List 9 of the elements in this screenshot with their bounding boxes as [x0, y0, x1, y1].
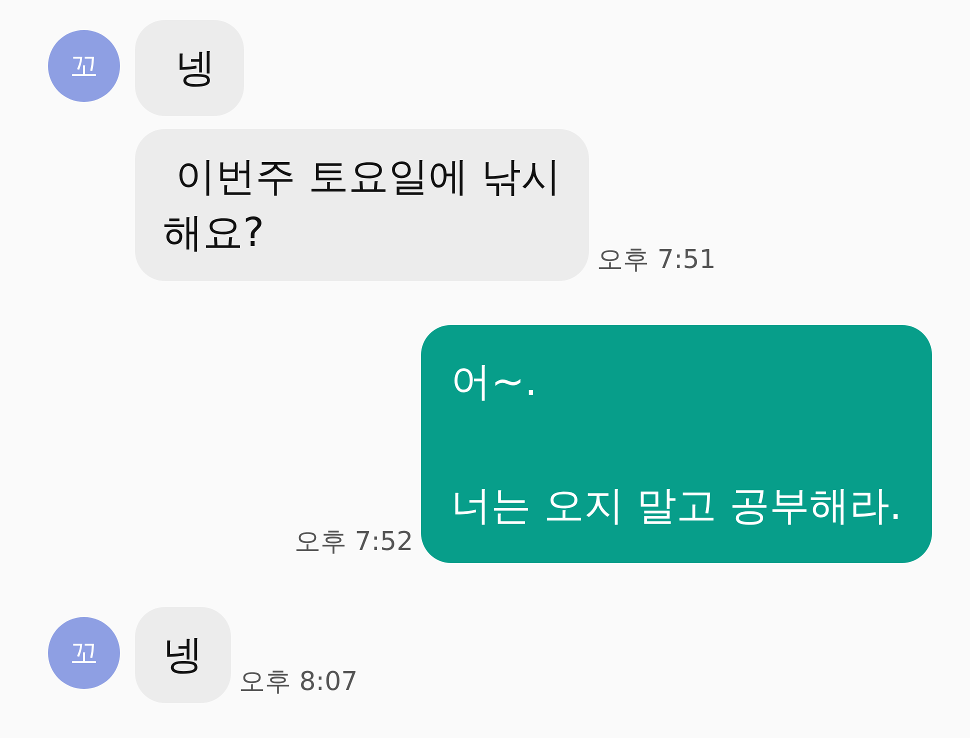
avatar[interactable]: 꼬 [48, 30, 120, 102]
message-bubble: 어~. 너는 오지 말고 공부해라. [421, 325, 932, 563]
message-bubble: 넹 [135, 607, 231, 703]
message-bubble: 이번주 토요일에 낚시 해요? [135, 129, 590, 281]
avatar[interactable]: 꼬 [48, 617, 120, 689]
message-time: 오후 7:52 [294, 526, 414, 559]
message-bubble: 넹 [135, 20, 244, 116]
message-time: 오후 7:51 [597, 244, 716, 277]
message-time: 오후 8:07 [239, 666, 358, 699]
